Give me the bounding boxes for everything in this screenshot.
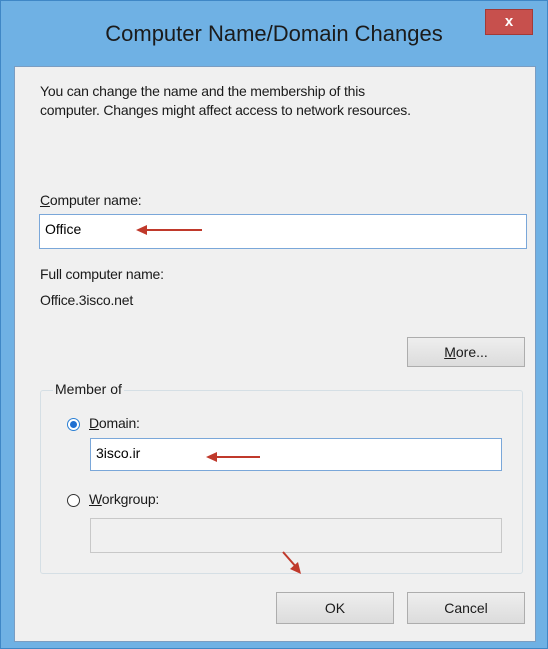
- description-line-2: computer. Changes might affect access to…: [40, 102, 411, 118]
- dialog-body: You can change the name and the membersh…: [14, 66, 536, 642]
- member-of-label: Member of: [53, 381, 124, 397]
- domain-value: 3isco.ir: [96, 445, 141, 461]
- radio-selected-dot: [70, 421, 77, 428]
- computer-name-value: Office: [45, 221, 82, 237]
- full-computer-name-value: Office.3isco.net: [40, 292, 134, 308]
- close-icon: x: [504, 13, 514, 30]
- workgroup-input[interactable]: [90, 518, 502, 553]
- dialog-title: Computer Name/Domain Changes: [105, 21, 443, 46]
- computer-name-label: Computer name:: [40, 192, 142, 208]
- computer-name-input[interactable]: Office: [39, 214, 527, 249]
- description-line-1: You can change the name and the membersh…: [40, 83, 365, 99]
- close-button[interactable]: x: [485, 9, 533, 35]
- domain-radio[interactable]: [67, 418, 80, 431]
- domain-input[interactable]: 3isco.ir: [90, 438, 502, 471]
- more-button[interactable]: More...: [407, 337, 525, 367]
- workgroup-label[interactable]: Workgroup:: [89, 490, 159, 509]
- domain-label[interactable]: Domain:: [89, 414, 140, 433]
- dialog-window: Computer Name/Domain Changes x You can c…: [0, 0, 548, 649]
- full-computer-name-label: Full computer name:: [40, 266, 164, 282]
- cancel-button[interactable]: Cancel: [407, 592, 525, 624]
- ok-button[interactable]: OK: [276, 592, 394, 624]
- workgroup-radio[interactable]: [67, 494, 80, 507]
- title-bar[interactable]: Computer Name/Domain Changes x: [1, 1, 547, 67]
